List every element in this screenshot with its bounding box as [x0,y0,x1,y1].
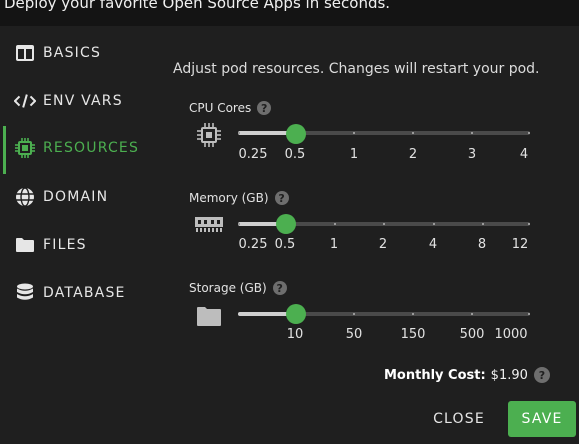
sidebar-item-env-vars[interactable]: ENV VARS [0,79,160,123]
cpu-slider-track[interactable] [238,131,530,135]
storage-slider-step [528,313,530,315]
memory-tick-label: 0.25 [238,237,268,252]
active-indicator [3,126,6,174]
storage-tick-label: 150 [400,327,426,342]
monthly-cost-value: $1.90 [490,367,528,383]
storage-tick-label: 10 [286,327,304,342]
cpu-tick-label: 0.5 [284,147,306,162]
memory-ram-icon [195,217,223,232]
memory-slider-step [482,223,484,225]
cpu-tick-label: 0.25 [238,147,268,162]
memory-label: Memory (GB) ? [189,191,289,205]
cpu-label: CPU Cores ? [189,101,272,115]
sidebar-item-resources[interactable]: RESOURCES [0,126,160,174]
storage-slider-step [353,313,355,315]
cpu-tick-label: 2 [408,147,418,162]
cost-help-icon[interactable]: ? [533,367,550,383]
memory-tick-label: 2 [378,237,388,252]
memory-tick-label: 12 [511,237,529,252]
memory-slider-thumb[interactable] [276,214,296,234]
cpu-slider-step [353,132,355,134]
save-button[interactable]: SAVE [508,401,576,437]
memory-tick-label: 4 [428,237,438,252]
storage-slider-step [471,313,473,315]
memory-tick-label: 0.5 [274,237,296,252]
database-icon [14,282,36,304]
memory-slider-step [383,223,385,225]
sidebar-item-label: DATABASE [43,285,126,301]
monthly-cost: Monthly Cost: $1.90 ? [384,367,550,383]
tagline: Deploy your favorite Open Source Apps in… [4,0,391,12]
sidebar-item-label: RESOURCES [43,140,140,156]
sidebar-item-label: FILES [43,237,87,253]
storage-tick-label: 500 [459,327,485,342]
memory-slider-step [238,223,240,225]
cpu-help-icon[interactable]: ? [257,101,272,115]
sidebar-item-label: BASICS [43,45,102,61]
storage-slider-track[interactable] [238,312,530,316]
cpu-tick-label: 4 [519,147,529,162]
storage-tick-label: 1000 [494,327,528,342]
cpu-chip-icon [197,123,221,147]
sidebar-item-label: DOMAIN [43,189,109,205]
cpu-slider-step [471,132,473,134]
folder-icon [14,234,36,256]
cpu-label-text: CPU Cores [189,101,252,115]
cpu-tick-label: 1 [349,147,359,162]
resources-intro: Adjust pod resources. Changes will resta… [173,61,540,77]
memory-tick-label: 1 [329,237,339,252]
globe-icon [14,186,36,208]
memory-slider-step [334,223,336,225]
chip-icon [14,137,36,159]
storage-folder-icon [197,307,221,326]
storage-tick-label: 50 [345,327,363,342]
sidebar-item-basics[interactable]: BASICS [0,31,160,75]
sidebar-item-database[interactable]: DATABASE [0,271,160,315]
storage-slider-thumb[interactable] [286,304,306,324]
cpu-slider-step [412,132,414,134]
close-button[interactable]: CLOSE [424,402,494,436]
storage-help-icon[interactable]: ? [272,281,287,295]
basics-icon [14,42,36,64]
top-banner: Deploy your favorite Open Source Apps in… [0,0,579,26]
sidebar-item-domain[interactable]: DOMAIN [0,175,160,219]
memory-label-text: Memory (GB) [189,191,269,205]
code-icon [14,90,36,112]
cpu-slider-step [238,132,240,134]
storage-slider-step [412,313,414,315]
memory-slider-step [433,223,435,225]
sidebar-item-files[interactable]: FILES [0,223,160,267]
storage-label: Storage (GB) ? [189,281,287,295]
sidebar-item-label: ENV VARS [43,93,123,109]
cpu-tick-label: 3 [467,147,477,162]
memory-slider-step [528,223,530,225]
deploy-dialog: Deploy your favorite Open Source Apps in… [0,0,579,444]
memory-tick-label: 8 [477,237,487,252]
monthly-cost-label: Monthly Cost: [384,367,486,383]
storage-label-text: Storage (GB) [189,281,267,295]
cpu-slider-step [528,132,530,134]
memory-help-icon[interactable]: ? [274,191,289,205]
cpu-slider-thumb[interactable] [286,124,306,144]
